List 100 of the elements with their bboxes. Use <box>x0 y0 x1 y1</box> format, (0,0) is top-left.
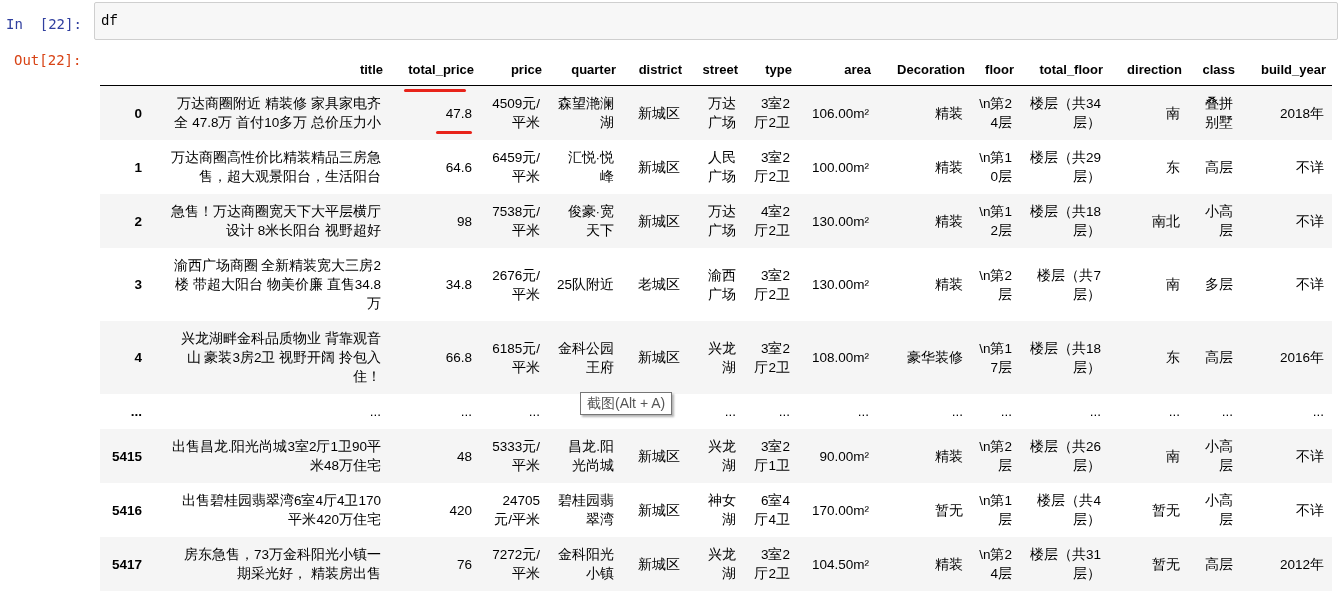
table-cell: 4509元/平米 <box>492 96 540 130</box>
column-header: street <box>702 62 738 77</box>
table-cell: 420 <box>449 502 472 518</box>
row-index: 1 <box>134 159 142 175</box>
code-input-field[interactable]: df <box>94 2 1338 40</box>
table-cell: 精装 <box>935 448 963 464</box>
column-header: Decoration <box>897 62 965 77</box>
table-cell: 6室4厅4卫 <box>754 493 790 527</box>
table-cell: 7272元/平米 <box>492 547 540 581</box>
table-cell: 90.00m² <box>819 448 869 464</box>
table-cell: 金科阳光小镇 <box>558 547 614 581</box>
table-cell: \n第24层 <box>979 96 1012 130</box>
row-index: 0 <box>134 105 142 121</box>
table-cell: 精装 <box>935 159 963 175</box>
table-cell: \n第10层 <box>979 150 1012 184</box>
table-cell: 万达广场 <box>708 96 736 130</box>
column-header: direction <box>1127 62 1182 77</box>
column-header: price <box>510 62 542 77</box>
table-cell: 新城区 <box>638 502 680 518</box>
input-prompt: In [22]: <box>6 16 82 32</box>
table-cell: 南北 <box>1152 213 1180 229</box>
table-cell: 64.6 <box>445 159 472 175</box>
table-cell: 暂无 <box>1152 556 1180 572</box>
table-cell: 不详 <box>1296 448 1324 464</box>
table-cell: 楼层（共18层） <box>1029 340 1101 375</box>
table-cell: ... <box>528 404 540 419</box>
column-header: total_price <box>408 62 474 77</box>
table-cell: 高层 <box>1205 350 1233 365</box>
column-header: floor <box>985 62 1014 77</box>
table-cell: 楼层（共26层） <box>1029 439 1101 473</box>
table-cell: 2676元/平米 <box>492 267 540 302</box>
table-cell: 106.00m² <box>811 105 869 121</box>
table-cell: 108.00m² <box>811 350 869 365</box>
table-cell: 楼层（共18层） <box>1029 204 1101 238</box>
table-cell: 楼层（共29层） <box>1029 150 1101 184</box>
table-cell: 暂无 <box>1152 502 1180 518</box>
table-cell: ... <box>1168 404 1180 419</box>
table-cell: ... <box>369 404 381 419</box>
table-cell: 24705元/平米 <box>494 493 540 527</box>
table-cell: 小高层 <box>1205 439 1233 473</box>
table-cell: 南 <box>1166 105 1180 121</box>
table-cell: 渝西广场 <box>708 267 736 302</box>
table-cell: 多层 <box>1205 277 1233 292</box>
table-cell: ... <box>778 404 790 419</box>
table-cell: 新城区 <box>638 556 680 572</box>
table-cell: 3室2厅1卫 <box>754 439 790 473</box>
table-cell: 6459元/平米 <box>492 150 540 184</box>
table-cell: 楼层（共34层） <box>1029 96 1101 130</box>
table-cell: \n第1层 <box>979 493 1012 527</box>
table-cell: 金科公园王府 <box>558 340 614 375</box>
row-index: 2 <box>134 213 142 229</box>
table-cell: \n第2层 <box>979 267 1012 302</box>
table-cell: 汇悦·悦峰 <box>567 150 614 184</box>
table-cell: 48 <box>456 448 472 464</box>
table-cell: 新城区 <box>638 159 680 175</box>
table-cell: \n第12层 <box>979 204 1012 238</box>
table-cell: 兴龙湖 <box>708 340 736 375</box>
table-cell: 出售碧桂园翡翠湾6室4厅4卫170平米420万住宅 <box>181 493 381 527</box>
table-cell: 新城区 <box>638 105 680 121</box>
output-prompt: Out[22]: <box>14 52 82 68</box>
table-cell: 叠拼别墅 <box>1205 96 1233 130</box>
column-header: type <box>765 62 792 77</box>
table-cell: 精装 <box>935 277 963 292</box>
table-cell: 森望滟澜湖 <box>558 96 614 130</box>
row-index: 4 <box>134 350 142 365</box>
table-cell: ... <box>951 404 963 419</box>
table-cell: ... <box>1089 404 1101 419</box>
column-header: district <box>638 62 682 77</box>
table-cell: 南 <box>1166 448 1180 464</box>
row-index: 5415 <box>111 448 142 464</box>
table-cell: 66.8 <box>445 350 472 365</box>
table-cell: 新城区 <box>638 448 680 464</box>
table-cell: 东 <box>1166 159 1180 175</box>
table-cell: ... <box>460 404 472 419</box>
table-cell: 楼层（共4层） <box>1037 493 1101 527</box>
table-cell: 兴龙湖 <box>708 547 736 581</box>
table-cell: 104.50m² <box>811 556 869 572</box>
table-cell: 高层 <box>1205 556 1233 572</box>
table-cell: ... <box>1000 404 1012 419</box>
table-cell: 25队附近 <box>556 277 614 292</box>
table-cell: 万达商圈高性价比精装精品三房急售，超大观景阳台，生活阳台 <box>171 150 381 184</box>
table-cell: ... <box>1221 404 1233 419</box>
column-header: class <box>1202 62 1235 77</box>
table-cell: \n第2层 <box>979 439 1012 473</box>
table-cell: 不详 <box>1296 213 1324 229</box>
column-header: total_floor <box>1039 62 1103 77</box>
row-index: 5417 <box>111 556 142 572</box>
table-cell: 3室2厅2卫 <box>754 96 790 130</box>
table-cell: 渝西广场商圈 全新精装宽大三房2楼 带超大阳台 物美价廉 直售34.8万 <box>173 258 381 311</box>
table-cell: 神女湖 <box>708 493 736 527</box>
table-cell: \n第17层 <box>979 340 1012 375</box>
table-cell: 98 <box>456 213 472 229</box>
table-cell: 3室2厅2卫 <box>754 267 790 302</box>
table-cell: 不详 <box>1296 502 1324 518</box>
table-cell: 2012年 <box>1279 556 1324 572</box>
column-header: area <box>844 62 871 77</box>
row-index: 5416 <box>111 502 142 518</box>
table-cell: 5333元/平米 <box>492 439 540 473</box>
table-cell: 不详 <box>1296 277 1324 292</box>
table-cell: 47.8 <box>445 105 472 121</box>
